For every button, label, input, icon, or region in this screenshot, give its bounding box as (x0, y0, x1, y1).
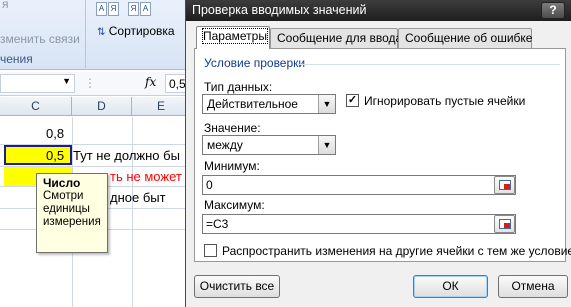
sort-icon: ⇅ (97, 27, 106, 38)
cell-c2[interactable]: 0,5 (46, 148, 64, 163)
sort-button[interactable]: ⇅ Сортировка (97, 24, 175, 38)
group-divider (298, 64, 560, 65)
clear-all-button[interactable]: Очистить все (194, 275, 280, 298)
insert-function-icon[interactable]: fx (145, 75, 156, 89)
formula-bar: ▼ ⋮ fx 0,5 (0, 72, 190, 96)
ignore-blank-label: Игнорировать пустые ячейки (364, 94, 526, 108)
sort-ascending-icon[interactable]: АЯ (96, 2, 119, 16)
ok-button[interactable]: ОК (413, 275, 488, 298)
value-select[interactable]: между ▼ (202, 135, 336, 155)
value-label: Значение: (204, 121, 261, 135)
validation-criteria-group-label: Условие проверки (204, 56, 306, 70)
column-header-c[interactable]: C (0, 97, 72, 116)
minimum-label: Минимум: (204, 159, 260, 173)
input-message-tooltip: Число Смотри единицы измерения (36, 173, 108, 253)
dialog-titlebar[interactable]: Проверка вводимых значений (186, 0, 571, 21)
column-header-d[interactable]: D (72, 97, 132, 116)
worksheet-grid[interactable]: 0,8 0,5 Тут не должно бы ть не может дно… (0, 117, 190, 307)
cell-c1[interactable]: 0,8 (46, 126, 64, 141)
tab-parameters[interactable]: Параметры (196, 26, 270, 49)
tab-input-message[interactable]: Сообщение для ввода (270, 28, 402, 48)
cancel-button[interactable]: Отмена (498, 275, 568, 298)
apply-to-all-label: Распространить изменения на другие ячейк… (222, 244, 571, 258)
tab-error-alert[interactable]: Сообщение об ошибке (398, 28, 532, 48)
column-header-e[interactable]: E (132, 97, 190, 116)
cell-d2[interactable]: Тут не должно бы (73, 148, 180, 163)
ribbon-text-fragment: я (2, 0, 9, 11)
minimum-field[interactable]: 0 (202, 175, 516, 195)
tooltip-body: Смотри единицы измерения (43, 190, 101, 228)
maximum-field[interactable]: =C3 (202, 214, 516, 234)
ribbon-group-label: чения (0, 52, 33, 66)
cell-d3[interactable]: ть не может (110, 169, 182, 184)
data-type-label: Тип данных: (204, 80, 273, 94)
tooltip-title: Число (43, 176, 81, 190)
chevron-down-icon: ▼ (62, 76, 71, 86)
column-headers: C D E (0, 97, 190, 116)
ribbon-separator (85, 0, 86, 68)
cell-d4[interactable]: дное быт (110, 190, 166, 205)
help-button[interactable]: ? (541, 2, 565, 19)
maximum-range-picker-icon[interactable] (494, 215, 515, 233)
minimum-range-picker-icon[interactable] (494, 176, 515, 194)
sort-descending-icon[interactable]: ЯА (128, 2, 151, 16)
data-validation-dialog: Проверка вводимых значений ? Параметры С… (185, 0, 571, 307)
chevron-down-icon: ▼ (318, 95, 335, 113)
dialog-title: Проверка вводимых значений (192, 3, 367, 17)
name-box[interactable]: ▼ (0, 74, 75, 93)
ignore-blank-checkbox[interactable]: ✓ (346, 94, 359, 107)
excel-ribbon: я зменить связи чения АЯ ЯА ⇅ Сортировка (0, 0, 190, 70)
data-type-select[interactable]: Действительное ▼ (202, 94, 336, 114)
maximum-label: Максимум: (204, 198, 265, 212)
edit-links-button[interactable]: зменить связи (0, 32, 80, 46)
apply-to-all-checkbox[interactable] (204, 244, 217, 257)
chevron-down-icon: ▼ (318, 136, 335, 154)
formula-bar-splitter-icon: ⋮ (84, 76, 96, 90)
